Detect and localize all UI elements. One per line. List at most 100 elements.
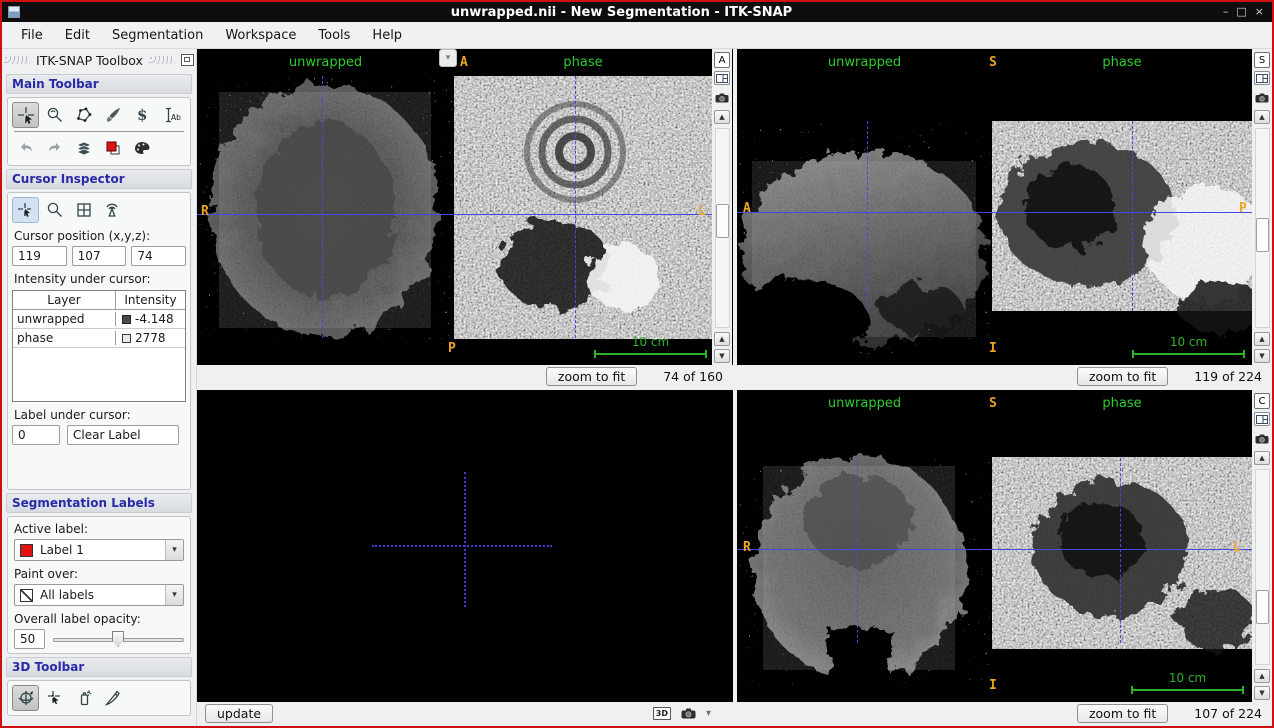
metadata-tab-icon[interactable] xyxy=(99,197,126,223)
all-labels-swatch xyxy=(20,589,33,602)
itk-snap-window: unwrapped.nii - New Segmentation - ITK-S… xyxy=(0,0,1274,728)
scroll-up-icon[interactable]: ▲ xyxy=(714,110,730,124)
active-label-swatch-icon[interactable] xyxy=(99,135,126,161)
scale-label: 10 cm xyxy=(1170,335,1207,349)
spraypaint-tool-icon[interactable] xyxy=(70,685,97,711)
marker-posterior: P xyxy=(1239,201,1247,216)
layer-name: phase xyxy=(13,331,116,345)
scalpel-tool-icon[interactable] xyxy=(99,685,126,711)
scroll-down-icon[interactable]: ▼ xyxy=(1254,686,1270,700)
polygon-tool-icon[interactable] xyxy=(70,102,97,128)
crosshair-vertical xyxy=(575,76,576,338)
scrollbar-thumb[interactable] xyxy=(1256,218,1269,252)
opacity-slider[interactable] xyxy=(53,630,184,648)
coronal-image-canvas[interactable]: unwrapped phase S I R L 10 cm xyxy=(737,390,1252,702)
slice-scrollbar[interactable] xyxy=(715,128,730,328)
opacity-field[interactable]: 50 xyxy=(14,629,45,649)
annotation-tool-icon[interactable]: Ab xyxy=(157,102,184,128)
layout-icon[interactable] xyxy=(714,71,730,85)
cursor-y-field[interactable]: 107 xyxy=(72,246,127,266)
camera-icon[interactable] xyxy=(1255,88,1269,107)
close-icon[interactable]: × xyxy=(1255,6,1264,18)
layout-icon[interactable] xyxy=(1254,412,1270,426)
undo-icon[interactable] xyxy=(12,135,39,161)
redo-icon[interactable] xyxy=(41,135,68,161)
zoom-to-fit-button[interactable]: zoom to fit xyxy=(1077,367,1168,386)
scroll-up-icon[interactable]: ▲ xyxy=(1254,332,1270,346)
snake-tool-icon[interactable]: $ xyxy=(128,102,155,128)
viewport-coronal: unwrapped phase S I R L 10 cm C ▲ xyxy=(737,390,1272,702)
menu-workspace[interactable]: Workspace xyxy=(214,25,307,46)
label-id-field[interactable]: 0 xyxy=(12,425,60,445)
zoom-tool-icon[interactable] xyxy=(41,102,68,128)
marker-anterior: A xyxy=(743,201,751,216)
minimize-icon[interactable]: – xyxy=(1223,6,1229,18)
zoom-inspector-tab-icon[interactable] xyxy=(41,197,68,223)
toolbox-dock-header[interactable]: ITK-SNAP Toolbox xyxy=(2,49,196,71)
menu-tools[interactable]: Tools xyxy=(307,25,361,46)
chevron-down-icon[interactable]: ▾ xyxy=(165,540,183,560)
axial-image-canvas[interactable]: unwrapped phase ▾ A P R L 10 cm xyxy=(197,49,712,365)
menu-file[interactable]: File xyxy=(10,25,54,46)
maximize-icon[interactable]: □ xyxy=(1236,6,1246,18)
scroll-down-icon[interactable]: ▼ xyxy=(714,349,730,363)
menu-help[interactable]: Help xyxy=(361,25,413,46)
scroll-up-icon[interactable]: ▲ xyxy=(1254,110,1270,124)
window-title: unwrapped.nii - New Segmentation - ITK-S… xyxy=(20,5,1223,20)
paint-over-dropdown[interactable]: All labels ▾ xyxy=(14,584,184,606)
table-row[interactable]: phase 2778 xyxy=(13,329,185,348)
update-button[interactable]: update xyxy=(205,704,273,723)
scroll-up-icon[interactable]: ▲ xyxy=(1254,451,1270,465)
cursor-z-field[interactable]: 74 xyxy=(131,246,186,266)
panel-key-button[interactable]: S xyxy=(1254,52,1270,68)
float-toolbox-icon[interactable] xyxy=(181,54,194,66)
layout-icon[interactable] xyxy=(1254,71,1270,85)
viewport-menu-icon[interactable]: ▾ xyxy=(439,49,457,67)
crosshair-vertical xyxy=(1120,458,1121,643)
sagittal-image-canvas[interactable]: unwrapped phase S I A P 10 cm xyxy=(737,49,1252,365)
scroll-down-icon[interactable]: ▼ xyxy=(1254,349,1270,363)
slice-scrollbar[interactable] xyxy=(1255,469,1270,665)
3d-mesh-icon[interactable]: 3D xyxy=(653,707,671,720)
layer-label-unwrapped: unwrapped xyxy=(737,55,992,70)
crosshair-tool-icon[interactable] xyxy=(12,102,39,128)
image-info-tab-icon[interactable] xyxy=(70,197,97,223)
titlebar[interactable]: unwrapped.nii - New Segmentation - ITK-S… xyxy=(2,2,1272,22)
crosshair-vertical xyxy=(867,121,868,311)
cursor-x-field[interactable]: 119 xyxy=(12,246,67,266)
panel-key-button[interactable]: A xyxy=(714,52,730,68)
paintbrush-tool-icon[interactable] xyxy=(99,102,126,128)
slice-scrollbar[interactable] xyxy=(1255,128,1270,328)
cursor-inspector-tab-icon[interactable] xyxy=(12,197,39,223)
active-label-dropdown[interactable]: Label 1 ▾ xyxy=(14,539,184,561)
scroll-up-icon[interactable]: ▲ xyxy=(1254,669,1270,683)
scale-bar: 10 cm xyxy=(1131,671,1244,694)
zoom-to-fit-button[interactable]: zoom to fit xyxy=(1077,704,1168,723)
camera-icon[interactable] xyxy=(715,88,729,107)
slice-indicator: 119 of 224 xyxy=(1194,369,1262,384)
crosshair-3d-tool-icon[interactable] xyxy=(41,685,68,711)
menu-edit[interactable]: Edit xyxy=(54,25,101,46)
chevron-down-icon[interactable]: ▾ xyxy=(165,585,183,605)
label-editor-icon[interactable] xyxy=(128,135,155,161)
trackball-tool-icon[interactable] xyxy=(12,685,39,711)
scrollbar-thumb[interactable] xyxy=(1256,590,1269,624)
slider-handle[interactable] xyxy=(112,631,124,647)
scroll-up-icon[interactable]: ▲ xyxy=(714,332,730,346)
menu-segmentation[interactable]: Segmentation xyxy=(101,25,214,46)
3d-status-bar: update 3D ▾ xyxy=(197,702,733,724)
paint-over-caption: Paint over: xyxy=(14,567,184,581)
layer-inspector-icon[interactable] xyxy=(70,135,97,161)
3d-canvas[interactable] xyxy=(197,390,733,702)
table-row[interactable]: unwrapped -4.148 xyxy=(13,310,185,329)
marker-left: L xyxy=(698,204,706,219)
panel-key-button[interactable]: C xyxy=(1254,393,1270,409)
sagittal-controls: S ▲ ▲ ▼ xyxy=(1252,49,1272,365)
camera-icon[interactable] xyxy=(681,708,696,719)
axial-status-bar: zoom to fit 74 of 160 xyxy=(197,365,733,387)
zoom-to-fit-button[interactable]: zoom to fit xyxy=(546,367,637,386)
marker-anterior: A xyxy=(460,55,468,70)
scrollbar-thumb[interactable] xyxy=(716,204,729,238)
camera-icon[interactable] xyxy=(1255,429,1269,448)
chevron-down-icon[interactable]: ▾ xyxy=(706,708,711,719)
